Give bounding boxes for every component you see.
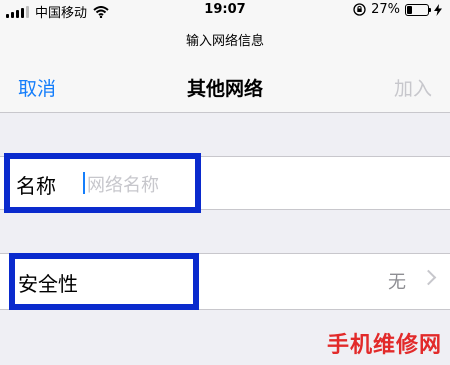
- nav-header: 输入网络信息 取消 其他网络 加入: [0, 22, 450, 112]
- join-button[interactable]: 加入: [394, 74, 432, 101]
- orientation-lock-icon: [353, 3, 366, 16]
- highlight-box-security: [9, 253, 199, 310]
- watermark: 手机维修网: [326, 333, 442, 358]
- charging-icon: [434, 3, 442, 16]
- page-title: 其他网络: [186, 78, 263, 100]
- battery-percent: 27%: [371, 2, 400, 17]
- chevron-right-icon: [420, 269, 437, 286]
- highlight-box-name: [4, 153, 201, 213]
- security-value: 无: [388, 272, 406, 293]
- page-subtitle: 输入网络信息: [185, 34, 264, 49]
- status-right: 27%: [353, 2, 442, 17]
- divider: [0, 112, 450, 113]
- status-bar: 中国移动 19:07 27%: [0, 0, 450, 22]
- battery-icon: [405, 3, 431, 16]
